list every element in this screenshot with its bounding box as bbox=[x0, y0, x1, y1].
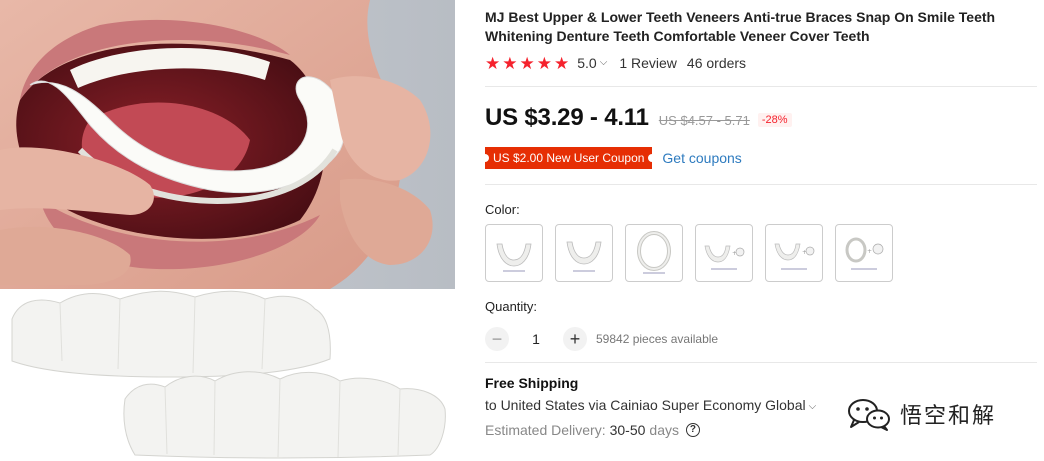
coupon-row: US $2.00 New User Coupon Get coupons bbox=[480, 147, 742, 169]
rating-row: ★ ★ ★ ★ ★ 5.0 ⌵ 1 Review 46 orders bbox=[485, 54, 746, 72]
star-icon: ★ bbox=[502, 53, 518, 73]
mouth-photo-illustration bbox=[0, 0, 455, 289]
quantity-label: Quantity: bbox=[485, 299, 538, 314]
new-user-coupon-badge[interactable]: US $2.00 New User Coupon bbox=[480, 147, 657, 169]
estimated-delivery: Estimated Delivery: 30-50 days ? bbox=[485, 422, 700, 438]
current-price: US $3.29 - 4.11 bbox=[485, 104, 649, 131]
quantity-stepper: − 1 + 59842 pieces available bbox=[485, 327, 718, 351]
product-title: MJ Best Upper & Lower Teeth Veneers Anti… bbox=[485, 9, 996, 44]
divider bbox=[485, 86, 1037, 87]
star-icon: ★ bbox=[536, 53, 552, 73]
divider bbox=[485, 184, 1037, 185]
rating-value[interactable]: 5.0 bbox=[577, 55, 596, 71]
chevron-down-icon: ⌵ bbox=[808, 401, 817, 412]
shipping-destination-text: to United States via Cainiao Super Econo… bbox=[485, 397, 806, 413]
reviews-link[interactable]: 1 Review bbox=[619, 55, 677, 71]
quantity-increase-button[interactable]: + bbox=[563, 327, 587, 351]
watermark-text: 悟空和解 bbox=[900, 404, 997, 429]
product-main-photo[interactable] bbox=[0, 0, 455, 289]
rating-stars[interactable]: ★ ★ ★ ★ ★ bbox=[485, 55, 569, 72]
color-label: Color: bbox=[485, 202, 520, 217]
chevron-down-icon[interactable]: ⌵ bbox=[600, 57, 608, 68]
discount-badge: -28% bbox=[757, 113, 792, 127]
quantity-decrease-button[interactable]: − bbox=[485, 327, 509, 351]
star-icon: ★ bbox=[554, 53, 570, 73]
divider bbox=[485, 362, 1037, 363]
stock-available: 59842 pieces available bbox=[596, 332, 719, 346]
estimated-delivery-unit: days bbox=[649, 422, 679, 438]
product-info-panel: MJ Best Upper & Lower Teeth Veneers Anti… bbox=[480, 0, 1037, 461]
color-swatch-lower-case[interactable]: + bbox=[765, 224, 823, 282]
color-swatch-lower[interactable] bbox=[555, 224, 613, 282]
lower-veneer-case-thumbnail-icon: + bbox=[774, 243, 815, 270]
watermark: 悟空和解 bbox=[846, 397, 996, 431]
shipping-destination[interactable]: to United States via Cainiao Super Econo… bbox=[485, 397, 816, 413]
original-price: US $4.57 - 5.71 bbox=[658, 113, 750, 128]
estimated-delivery-value: 30-50 bbox=[609, 422, 646, 438]
color-swatch-upper-lower[interactable] bbox=[625, 224, 683, 282]
star-icon: ★ bbox=[519, 53, 535, 73]
color-swatch-upper[interactable] bbox=[485, 224, 543, 282]
svg-text:+: + bbox=[867, 248, 872, 255]
orders-count: 46 orders bbox=[686, 55, 747, 71]
upper-veneer-case-thumbnail-icon: + bbox=[704, 245, 745, 270]
lower-veneer-thumbnail-icon bbox=[566, 241, 602, 272]
help-icon[interactable]: ? bbox=[685, 423, 700, 437]
color-swatch-upper-lower-case[interactable]: + bbox=[835, 224, 893, 282]
color-swatches: + + + bbox=[485, 224, 893, 282]
upper-lower-veneer-case-thumbnail-icon: + bbox=[845, 237, 884, 270]
shipping-title: Free Shipping bbox=[485, 375, 579, 391]
quantity-input[interactable]: 1 bbox=[509, 331, 563, 347]
wechat-icon bbox=[848, 399, 890, 431]
star-icon: ★ bbox=[485, 53, 501, 73]
price-row: US $3.29 - 4.11 US $4.57 - 5.71 -28% bbox=[485, 104, 792, 132]
estimated-delivery-label: Estimated Delivery: bbox=[485, 422, 606, 438]
upper-lower-veneer-thumbnail-icon bbox=[637, 231, 671, 274]
upper-veneer-thumbnail-icon bbox=[496, 243, 532, 272]
veneer-product-photo[interactable] bbox=[0, 289, 455, 461]
product-image-gallery[interactable] bbox=[0, 0, 455, 461]
color-swatch-upper-case[interactable]: + bbox=[695, 224, 753, 282]
get-coupons-link[interactable]: Get coupons bbox=[662, 150, 741, 166]
veneer-illustration bbox=[11, 290, 446, 459]
